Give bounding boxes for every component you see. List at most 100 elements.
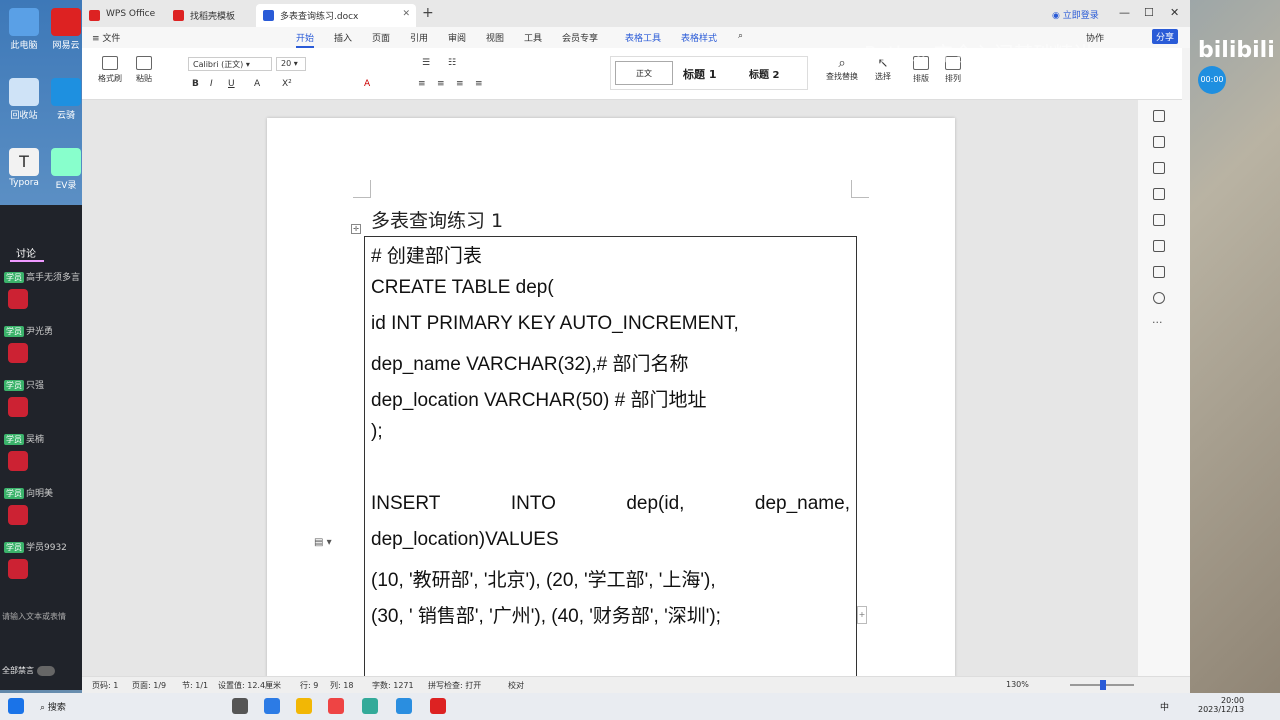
help-icon[interactable]	[1153, 292, 1165, 304]
file-explorer-icon[interactable]	[296, 698, 312, 714]
windows-icon[interactable]	[264, 698, 280, 714]
search-icon[interactable]: ⌕	[738, 31, 743, 41]
toggle-switch[interactable]	[37, 665, 55, 676]
font-size-select[interactable]: 20 ▾	[276, 57, 306, 71]
justify-button[interactable]: ≡	[475, 79, 483, 89]
desktop-icon-netease[interactable]: 网易云	[46, 8, 86, 51]
paragraph-menu-icon[interactable]: ▤ ▾	[314, 537, 332, 548]
table-move-icon[interactable]: ✛	[351, 224, 361, 234]
underline-button[interactable]: U	[228, 79, 235, 89]
menu-table-tools[interactable]: 表格工具	[625, 31, 661, 44]
chat-item[interactable]: 学员 学员9932	[4, 539, 80, 591]
ime-indicator[interactable]: 中	[1160, 700, 1169, 713]
sliders-icon[interactable]	[1153, 188, 1165, 200]
style-heading2[interactable]: 标题 2	[749, 66, 779, 81]
system-clock[interactable]: 20:00 2023/12/13	[1198, 696, 1244, 714]
recorder-icon[interactable]	[362, 698, 378, 714]
document-page[interactable]: 多表查询练习 1 ✛ # 创建部门表 CREATE TABLE dep( id …	[267, 118, 955, 686]
status-column[interactable]: 列: 18	[330, 680, 353, 691]
document-area: 多表查询练习 1 ✛ # 创建部门表 CREATE TABLE dep( id …	[82, 100, 1190, 686]
align-center-button[interactable]: ≡	[437, 79, 445, 89]
italic-button[interactable]: I	[210, 79, 213, 89]
more-icon[interactable]: ···	[1152, 316, 1163, 329]
close-button[interactable]: ✕	[1170, 6, 1179, 19]
wps-logo-icon	[89, 10, 100, 21]
superscript-button[interactable]: X²	[282, 79, 292, 89]
desktop-icon-recycle-bin[interactable]: 回收站	[4, 78, 44, 121]
app-icon[interactable]	[396, 698, 412, 714]
tab-document[interactable]: 多表查询练习.docx ✕	[256, 4, 416, 27]
font-name-select[interactable]: Calibri (正文) ▾	[188, 57, 272, 71]
mute-all-toggle[interactable]: 全部禁言	[2, 665, 55, 676]
menu-review[interactable]: 审阅	[448, 31, 466, 44]
book-icon[interactable]	[1153, 266, 1165, 278]
tab-template[interactable]: 找稻壳模板	[166, 4, 256, 27]
taskbar-search[interactable]: ⌕ 搜索	[40, 700, 66, 713]
menu-insert[interactable]: 插入	[334, 31, 352, 44]
text-color-button[interactable]: A	[364, 79, 370, 89]
bold-button[interactable]: B	[192, 79, 199, 89]
mute-all-label: 全部禁言	[2, 666, 34, 675]
chat-tab-discussion[interactable]: 讨论	[16, 245, 36, 260]
status-word-count[interactable]: 字数: 1271	[372, 680, 414, 691]
align-right-button[interactable]: ≡	[456, 79, 464, 89]
new-tab-icon[interactable]: +	[422, 5, 434, 21]
status-pages[interactable]: 页面: 1/9	[132, 680, 166, 691]
menu-member[interactable]: 会员专享	[562, 31, 598, 44]
windows-start-icon[interactable]	[8, 698, 24, 714]
chat-input[interactable]: 请输入文本或表情	[2, 611, 66, 622]
document-title: 多表查询练习 1	[371, 210, 504, 232]
file-menu[interactable]: ≡ 文件	[92, 31, 120, 44]
cursor-icon[interactable]	[1153, 162, 1165, 174]
menu-view[interactable]: 视图	[486, 31, 504, 44]
desktop-icon-ev[interactable]: EV录	[46, 148, 86, 191]
chat-item[interactable]: 学员 高手无须多言	[4, 269, 80, 321]
menu-home[interactable]: 开始	[296, 31, 315, 48]
status-zoom[interactable]: 130%	[1006, 680, 1029, 689]
code-table-cell[interactable]: # 创建部门表 CREATE TABLE dep( id INT PRIMARY…	[364, 236, 857, 686]
paste-button[interactable]: 粘贴	[130, 56, 158, 84]
desktop-icon-this-pc[interactable]: 此电脑	[4, 8, 44, 51]
tools-icon[interactable]	[1153, 240, 1165, 252]
chat-item[interactable]: 学员 吴楠	[4, 431, 80, 483]
share-icon[interactable]	[1153, 214, 1165, 226]
chat-item[interactable]: 学员 只强	[4, 377, 80, 429]
close-tab-icon[interactable]: ✕	[402, 9, 410, 19]
bullet-list-icon[interactable]: ☰	[422, 58, 430, 68]
share-button[interactable]: 分享	[1152, 29, 1179, 44]
find-replace-button[interactable]: ⌕ 查找替换	[822, 56, 862, 82]
status-section[interactable]: 节: 1/1	[182, 680, 208, 691]
font-color-button[interactable]: A	[254, 79, 260, 89]
status-row[interactable]: 行: 9	[300, 680, 318, 691]
menu-tools[interactable]: 工具	[524, 31, 542, 44]
task-view-icon[interactable]	[232, 698, 248, 714]
login-button[interactable]: ◉ 立即登录	[1052, 8, 1099, 21]
status-page-number[interactable]: 页码: 1	[92, 680, 118, 691]
numbered-list-icon[interactable]: ☷	[448, 58, 456, 68]
menu-reference[interactable]: 引用	[410, 31, 428, 44]
maximize-button[interactable]: ☐	[1144, 6, 1154, 19]
style-normal[interactable]: 正文	[615, 61, 673, 85]
tab-wps-office[interactable]: WPS Office	[82, 4, 168, 27]
wps-taskbar-icon[interactable]	[430, 698, 446, 714]
minimize-button[interactable]: —	[1119, 6, 1130, 19]
desktop-icon-typora[interactable]: T Typora	[4, 148, 44, 188]
zoom-slider-handle[interactable]	[1100, 680, 1106, 690]
status-spell-check[interactable]: 拼写检查: 打开	[428, 680, 481, 691]
chat-item[interactable]: 学员 向明美	[4, 485, 80, 537]
menu-page[interactable]: 页面	[372, 31, 390, 44]
table-add-row-icon[interactable]: +	[857, 606, 867, 624]
chat-item[interactable]: 学员 尹光勇	[4, 323, 80, 375]
menu-table-style[interactable]: 表格样式	[681, 31, 717, 44]
style-heading1[interactable]: 标题 1	[683, 66, 716, 82]
status-setting[interactable]: 设置值: 12.4厘米	[218, 680, 281, 691]
sidebar-new-icon[interactable]	[1153, 110, 1165, 122]
chrome-icon[interactable]	[328, 698, 344, 714]
search-icon: ⌕	[40, 703, 48, 713]
status-proofread[interactable]: 校对	[508, 680, 524, 691]
format-painter-button[interactable]: 格式刷	[96, 56, 124, 84]
desktop-icon-cloud[interactable]: 云骑	[46, 78, 86, 121]
align-left-button[interactable]: ≡	[418, 79, 426, 89]
pen-icon[interactable]	[1153, 136, 1165, 148]
cloud-app-icon	[51, 78, 81, 106]
